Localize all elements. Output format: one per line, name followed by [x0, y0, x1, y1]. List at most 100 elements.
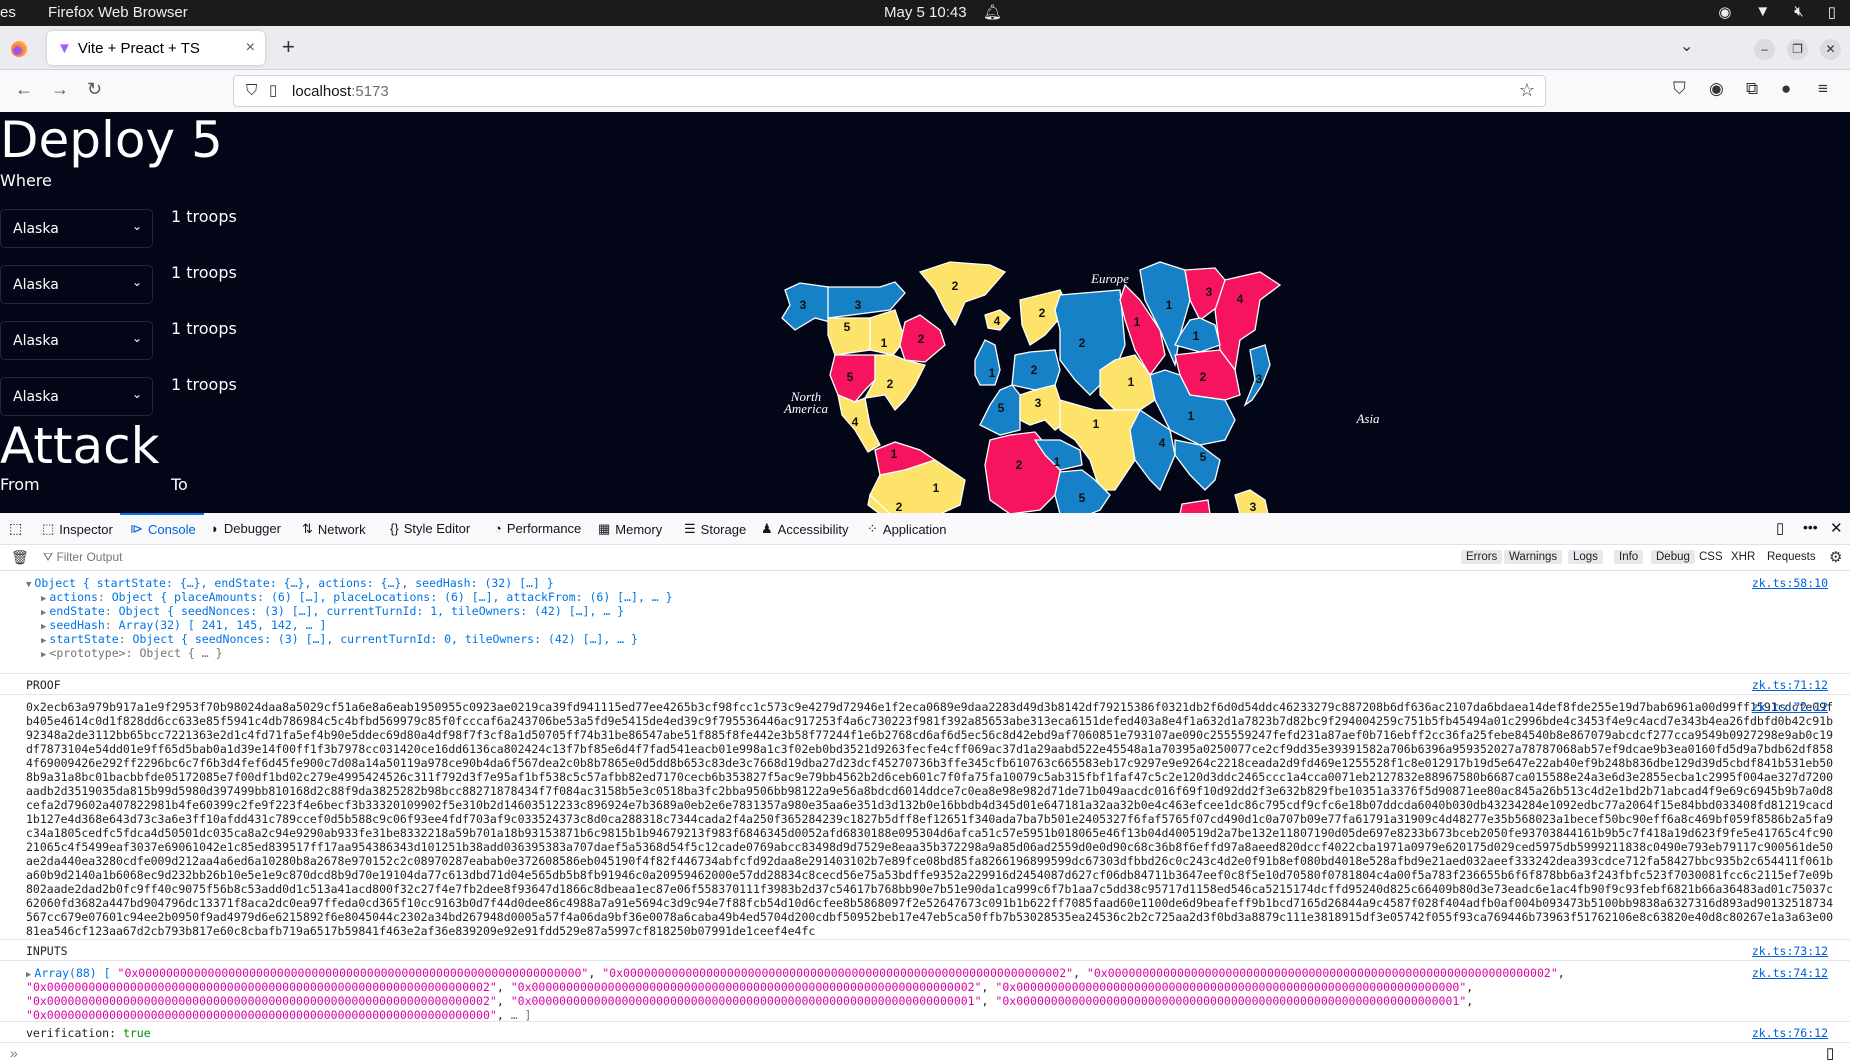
- territory[interactable]: 1: [869, 309, 906, 356]
- territory[interactable]: 3: [1234, 489, 1269, 513]
- new-tab-button[interactable]: +: [282, 34, 295, 60]
- troop-label: 5: [1079, 491, 1086, 505]
- collapsed-triangle-icon[interactable]: ▶: [26, 970, 31, 980]
- proof-line: cefa2d79602a407822981b4fe60399c2fe9f223f…: [26, 798, 1834, 812]
- territory[interactable]: [1179, 499, 1211, 513]
- source-link[interactable]: zk.ts:76:12: [1752, 1026, 1828, 1040]
- minimize-button[interactable]: –: [1754, 39, 1775, 60]
- discord-icon[interactable]: ◉: [1718, 3, 1731, 21]
- quote: ": [974, 980, 982, 994]
- territory[interactable]: 2: [1011, 349, 1061, 391]
- troop-label: 5: [844, 320, 851, 334]
- reload-icon[interactable]: ↻: [87, 79, 102, 100]
- list-tabs-chevron-icon[interactable]: ⌄: [1680, 36, 1693, 56]
- extensions-icon[interactable]: ⧉: [1746, 79, 1758, 99]
- pocket-icon[interactable]: ⛉: [1673, 79, 1686, 99]
- filter-css-button[interactable]: CSS: [1699, 551, 1723, 563]
- collapsed-triangle-icon[interactable]: ▶: [41, 608, 46, 618]
- muted-speaker-icon[interactable]: 🔇︎: [1794, 3, 1803, 21]
- territory[interactable]: 3: [781, 282, 831, 331]
- devtools-tab-memory[interactable]: ▦ Memory: [598, 521, 662, 537]
- vite-icon: ▼: [57, 39, 72, 57]
- devtools-tab-storage[interactable]: ☰ Storage: [684, 521, 746, 537]
- devtools-tab-inspector[interactable]: ⬚ Inspector: [42, 521, 113, 537]
- browser-tab[interactable]: ▼ Vite + Preact + TS ×: [47, 31, 265, 65]
- collapsed-triangle-icon[interactable]: ▶: [41, 650, 46, 660]
- source-link[interactable]: zk.ts:71:12: [1752, 678, 1828, 692]
- territory-shape[interactable]: [869, 309, 906, 356]
- filter-xhr-button[interactable]: XHR: [1731, 551, 1755, 563]
- close-devtools-icon[interactable]: ✕: [1830, 519, 1843, 537]
- collapsed-triangle-icon[interactable]: ▶: [41, 594, 46, 604]
- deploy-location-select[interactable]: Alaska ⌄: [0, 377, 153, 416]
- filter-debug-button[interactable]: Debug: [1651, 550, 1695, 564]
- filter-warnings-button[interactable]: Warnings: [1504, 550, 1563, 564]
- territory[interactable]: 1: [974, 339, 1001, 386]
- territory[interactable]: 5: [827, 317, 871, 356]
- source-link[interactable]: zk.ts:74:12: [1752, 966, 1828, 980]
- clear-console-trash-icon[interactable]: 🗑︎: [11, 549, 29, 566]
- devtools-tab-accessibility[interactable]: ♟ Accessibility: [761, 521, 848, 537]
- array-label[interactable]: Array(88): [34, 966, 96, 980]
- source-link[interactable]: zk.ts:73:12: [1752, 944, 1828, 958]
- deploy-location-select[interactable]: Alaska ⌄: [0, 321, 153, 360]
- comma: ,: [496, 980, 511, 994]
- collapsed-triangle-icon[interactable]: ▶: [41, 622, 46, 632]
- filter-errors-button[interactable]: Errors: [1461, 550, 1503, 564]
- expanded-triangle-icon[interactable]: ▼: [26, 580, 31, 590]
- filter-requests-button[interactable]: Requests: [1767, 551, 1816, 563]
- devtools-tab-debugger[interactable]: ◗ Debugger: [211, 521, 281, 536]
- troop-label: 2: [952, 279, 959, 293]
- firefox-icon[interactable]: [11, 41, 27, 57]
- collapsed-triangle-icon[interactable]: ▶: [41, 636, 46, 646]
- source-link[interactable]: zk.ts:58:10: [1752, 576, 1828, 590]
- filter-info-button[interactable]: Info: [1614, 550, 1644, 564]
- close-window-button[interactable]: ✕: [1820, 39, 1841, 60]
- devtools-tab-network[interactable]: ⇅ Network: [302, 521, 366, 537]
- territory[interactable]: 2: [899, 314, 946, 363]
- territory-shape[interactable]: [1179, 499, 1211, 513]
- devtools-tab-application[interactable]: ⁘ Application: [867, 521, 947, 537]
- wifi-icon[interactable]: ▼: [1755, 3, 1770, 21]
- territory[interactable]: 5: [979, 384, 1021, 436]
- devtools-tab-performance[interactable]: ◔ Performance: [494, 521, 581, 536]
- territory[interactable]: 4: [837, 393, 881, 453]
- maximize-button[interactable]: ❐: [1787, 39, 1808, 60]
- url-bar[interactable]: ⛉ ▯ localhost:5173 ☆: [233, 75, 1546, 107]
- activities-label[interactable]: es: [0, 4, 16, 21]
- console-message-inputs: ▶ Array(88) [ "0x000000000000000000000000…: [0, 961, 1850, 1022]
- back-icon[interactable]: ←: [15, 79, 33, 100]
- filter-logs-button[interactable]: Logs: [1568, 550, 1603, 564]
- territory-shape[interactable]: [974, 339, 1001, 386]
- more-options-icon[interactable]: •••: [1803, 519, 1818, 535]
- devtools-tab-console[interactable]: ⧐ Console: [120, 513, 204, 537]
- territory-shape[interactable]: [1174, 439, 1221, 491]
- filter-output-input[interactable]: ⛛ Filter Output: [43, 550, 122, 565]
- split-console-icon[interactable]: ▯: [1826, 1044, 1834, 1062]
- system-tray[interactable]: ◉ ▼ 🔇︎ ▯: [1718, 3, 1836, 21]
- account-icon[interactable]: ◉: [1709, 79, 1724, 99]
- battery-icon[interactable]: ▯: [1828, 3, 1836, 21]
- profile-avatar-icon[interactable]: ●: [1781, 79, 1791, 99]
- active-app-label[interactable]: Firefox Web Browser: [48, 4, 188, 21]
- continent-label: Asia: [1355, 411, 1380, 426]
- shield-icon[interactable]: ⛉: [246, 82, 257, 99]
- territory[interactable]: 3: [1243, 344, 1271, 407]
- forward-icon[interactable]: →: [51, 79, 69, 100]
- territory[interactable]: 4: [984, 309, 1011, 331]
- source-link[interactable]: zk.ts:72:12: [1752, 700, 1828, 714]
- menu-icon[interactable]: ≡: [1818, 79, 1828, 99]
- territory-shape[interactable]: [837, 393, 881, 453]
- element-picker-icon[interactable]: ⬚: [9, 520, 22, 537]
- deploy-location-select[interactable]: Alaska ⌄: [0, 209, 153, 248]
- close-tab-icon[interactable]: ×: [246, 39, 255, 57]
- devtools-tab-style-editor[interactable]: {} Style Editor: [390, 521, 470, 536]
- clock[interactable]: May 5 10:43: [884, 4, 967, 21]
- deploy-location-select[interactable]: Alaska ⌄: [0, 265, 153, 304]
- console-settings-gear-icon[interactable]: ⚙: [1829, 548, 1842, 566]
- bookmark-star-icon[interactable]: ☆: [1519, 80, 1535, 101]
- console-input-prompt-icon[interactable]: »: [10, 1045, 18, 1061]
- object-property[interactable]: ▶ <prototype>: Object { … }: [41, 646, 223, 662]
- territory[interactable]: 5: [1174, 439, 1221, 491]
- responsive-design-icon[interactable]: ▯: [1776, 519, 1784, 537]
